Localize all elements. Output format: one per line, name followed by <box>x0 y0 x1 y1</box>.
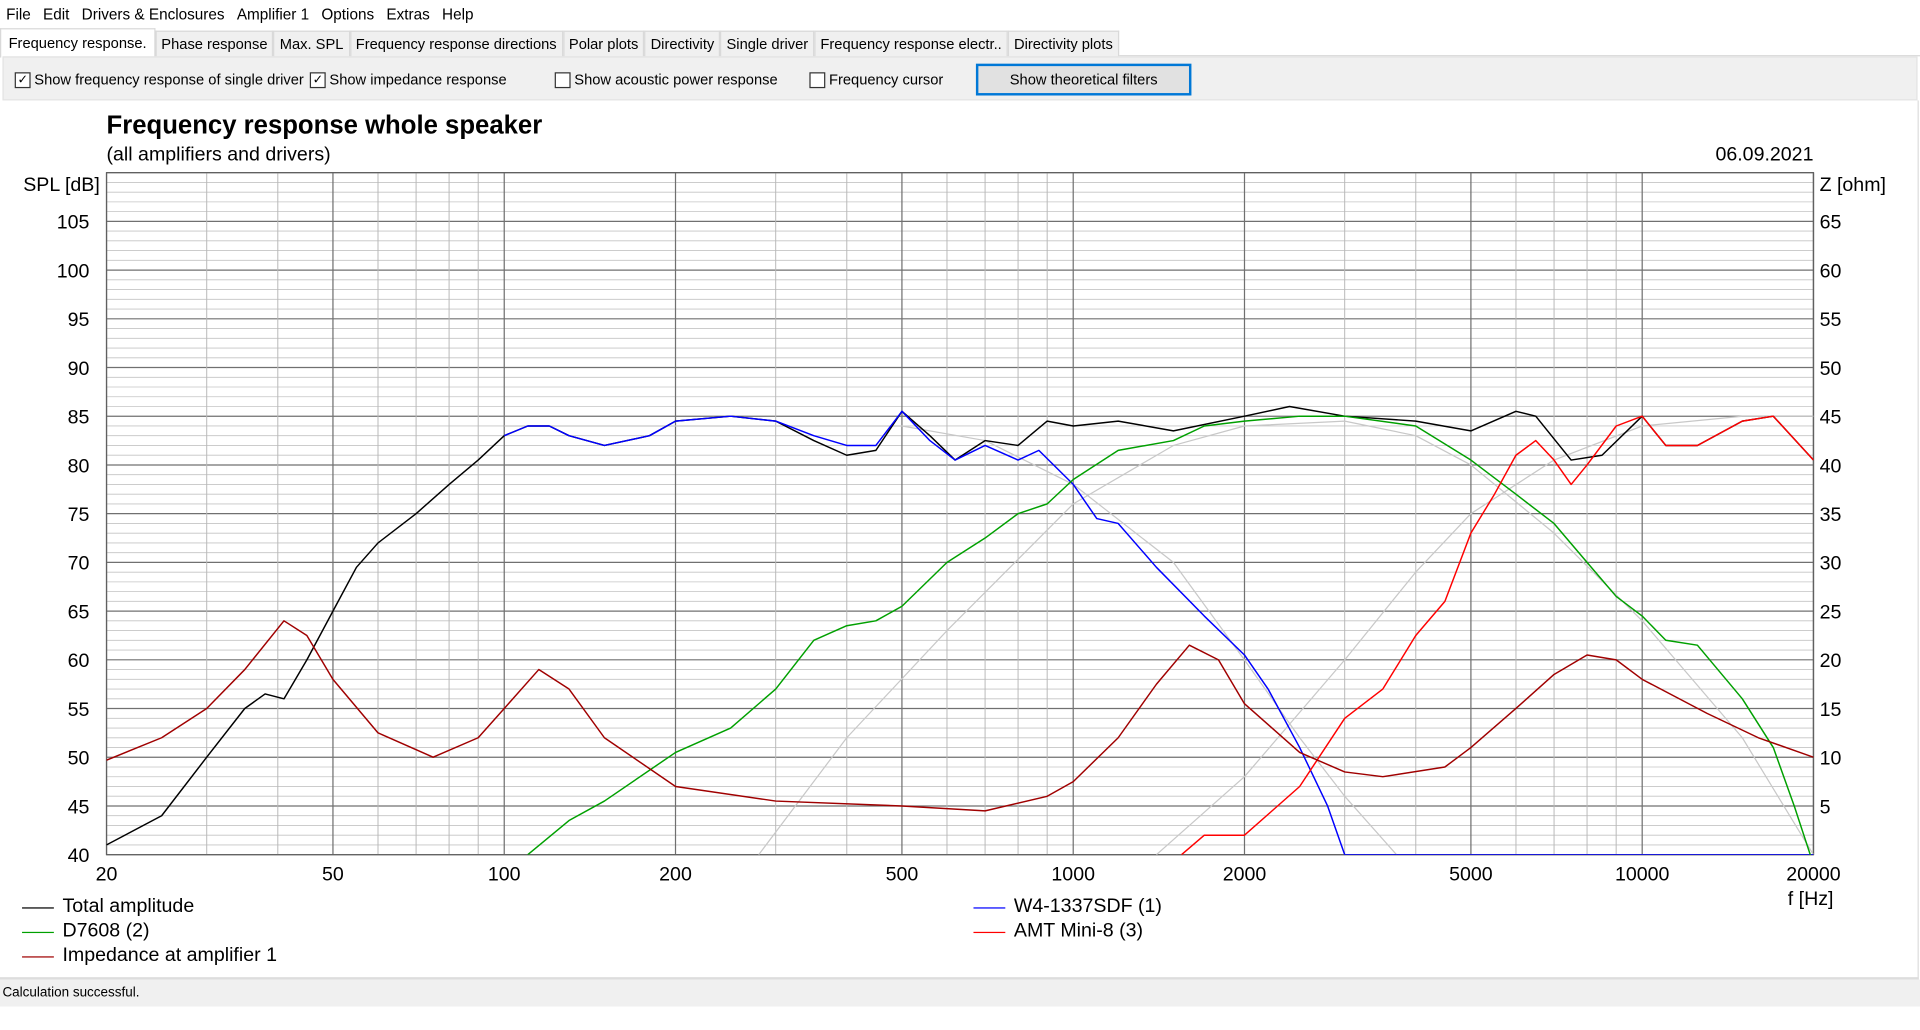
y-tick-label: 100 <box>57 260 90 282</box>
legend-swatch <box>22 955 54 957</box>
grid <box>105 172 1815 856</box>
chart-subtitle: (all amplifiers and drivers) <box>107 143 331 165</box>
legend-item: AMT Mini-8 (3) <box>973 921 1143 943</box>
y2-tick-label: 55 <box>1820 309 1842 331</box>
legend-swatch <box>973 931 1006 933</box>
legend-item: Impedance at amplifier 1 <box>22 945 277 967</box>
x-tick-label: 500 <box>886 863 919 885</box>
x-tick-label: 2000 <box>1223 863 1267 885</box>
frequency-response-chart: Frequency response whole speaker (all am… <box>23 111 1886 910</box>
series-line-w4-1337sdf-1 <box>503 410 1814 855</box>
y2-tick-label: 65 <box>1820 212 1842 234</box>
legend-label: Impedance at amplifier 1 <box>62 945 277 967</box>
x-tick-label: 100 <box>488 863 521 885</box>
x-tick-label: 20 <box>96 863 118 885</box>
y2-tick-label: 45 <box>1820 407 1842 429</box>
y2-tick-label: 40 <box>1820 455 1842 477</box>
y-tick-label: 50 <box>68 748 90 770</box>
legend-item: D7608 (2) <box>22 921 150 943</box>
x-tick-label: 200 <box>659 863 692 885</box>
series-line-total-amplitude <box>106 405 1814 846</box>
y2-axis-label: Z [ohm] <box>1820 174 1886 196</box>
series-line-impedance-at-amplifier-1 <box>106 620 1814 812</box>
x-tick-label: 1000 <box>1051 863 1095 885</box>
y2-tick-label: 60 <box>1820 260 1842 282</box>
x-tick-label: 5000 <box>1449 863 1493 885</box>
legend-swatch <box>22 906 54 908</box>
y2-tick-label: 20 <box>1820 650 1842 672</box>
y-tick-label: 95 <box>68 309 90 331</box>
y-tick-label: 55 <box>68 699 90 721</box>
y2-tick-label: 5 <box>1820 796 1831 818</box>
x-tick-label: 50 <box>322 863 344 885</box>
y2-tick-label: 15 <box>1820 699 1842 721</box>
y-axis-label: SPL [dB] <box>23 174 100 196</box>
y-tick-label: 90 <box>68 358 90 380</box>
y2-tick-label: 10 <box>1820 748 1842 770</box>
y-tick-label: 80 <box>68 455 90 477</box>
series-line-theoretical-bandpass <box>758 420 1814 855</box>
app-window: File Edit Drivers & Enclosures Amplifier… <box>0 0 1920 1030</box>
y2-tick-label: 35 <box>1820 504 1842 526</box>
series-line-amt-mini-8-3 <box>1181 415 1814 855</box>
y-tick-label: 70 <box>68 553 90 575</box>
y-tick-label: 40 <box>68 845 90 867</box>
y-tick-label: 60 <box>68 650 90 672</box>
legend-item: Total amplitude <box>22 896 194 918</box>
y-tick-label: 65 <box>68 601 90 623</box>
legend-label: D7608 (2) <box>62 920 150 942</box>
legend-swatch <box>22 931 54 933</box>
y-tick-label: 85 <box>68 407 90 429</box>
series-line-theoretical-highpass <box>1156 415 1814 855</box>
y-tick-label: 105 <box>57 212 90 234</box>
y-tick-label: 45 <box>68 796 90 818</box>
legend-item: W4-1337SDF (1) <box>973 896 1162 918</box>
x-tick-label: 20000 <box>1786 863 1841 885</box>
x-axis-label: f [Hz] <box>1788 888 1834 910</box>
y-tick-label: 75 <box>68 504 90 526</box>
chart-title: Frequency response whole speaker <box>107 111 543 139</box>
y2-tick-label: 50 <box>1820 358 1842 380</box>
chart-date: 06.09.2021 <box>1715 143 1813 165</box>
y2-tick-label: 30 <box>1820 553 1842 575</box>
legend-label: W4-1337SDF (1) <box>1013 896 1162 918</box>
legend-label: Total amplitude <box>62 896 195 918</box>
y2-tick-label: 25 <box>1820 601 1842 623</box>
legend-label: AMT Mini-8 (3) <box>1013 920 1144 942</box>
status-bar: Calculation successful. <box>0 979 1920 1007</box>
curves <box>106 405 1814 855</box>
legend-swatch <box>973 906 1006 908</box>
x-tick-label: 10000 <box>1615 863 1670 885</box>
